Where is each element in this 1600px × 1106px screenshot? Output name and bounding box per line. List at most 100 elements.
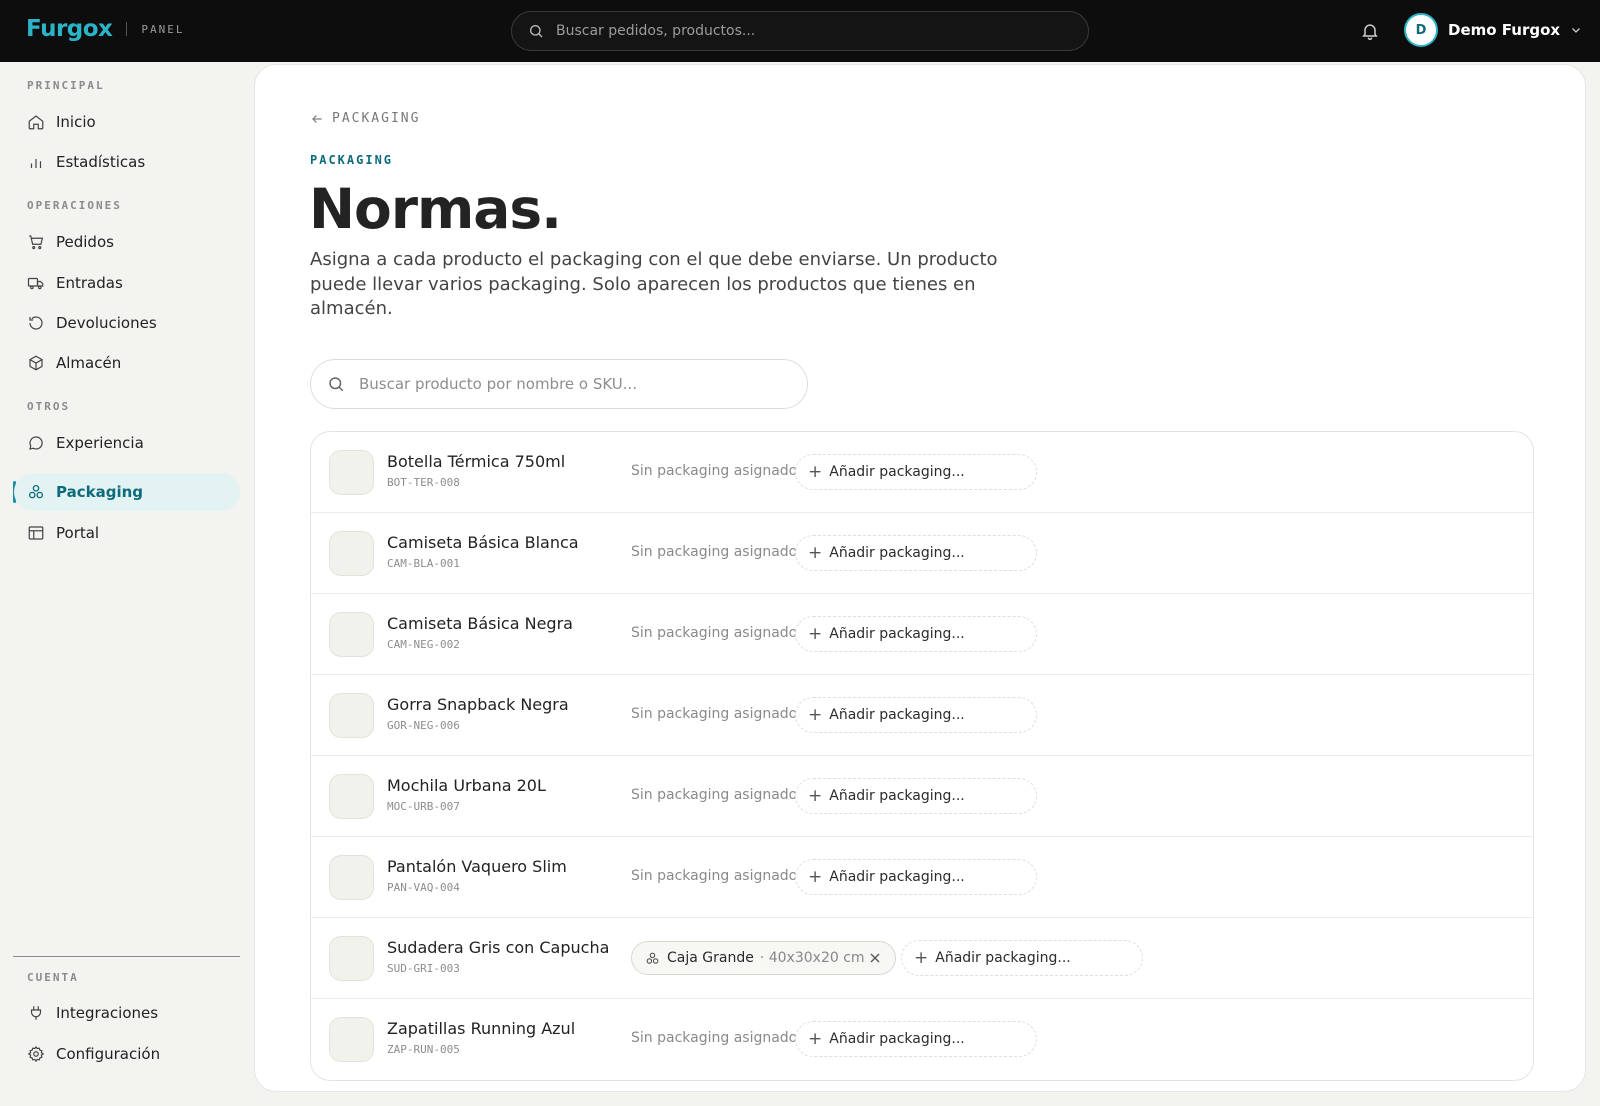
close-icon[interactable] [867, 950, 883, 966]
back-link-label[interactable]: PACKAGING [332, 111, 420, 126]
gear-icon [27, 1045, 45, 1063]
global-search-input[interactable] [556, 23, 1056, 39]
sidebar-item-label: Almacén [56, 354, 122, 372]
avatar[interactable]: D [1404, 13, 1438, 47]
product-thumbnail [329, 774, 374, 819]
sidebar-item-estadisticas[interactable]: Estadísticas [14, 143, 240, 181]
product-thumbnail [329, 936, 374, 981]
add-packaging-button[interactable]: + Añadir packaging... [795, 697, 1037, 733]
section-title-principal: PRINCIPAL [27, 79, 105, 92]
no-packaging-label: Sin packaging asignado [631, 868, 798, 884]
add-packaging-button[interactable]: + Añadir packaging... [901, 940, 1143, 976]
table-row: Mochila Urbana 20L MOC-URB-007 Sin packa… [311, 756, 1533, 837]
bar-chart-icon [30, 159, 42, 168]
sidebar-item-label: Experiencia [56, 434, 144, 452]
cart-icon [29, 235, 44, 250]
sidebar-item-experiencia[interactable]: Experiencia [14, 424, 240, 462]
sidebar-item-inicio[interactable]: Inicio [14, 103, 240, 141]
product-search-input[interactable] [359, 375, 779, 393]
product-name: Botella Térmica 750ml [387, 452, 566, 471]
sidebar-item-label: Inicio [56, 113, 96, 131]
add-packaging-button[interactable]: + Añadir packaging... [795, 454, 1037, 490]
sidebar-item-devoluciones[interactable]: Devoluciones [14, 304, 240, 342]
layout-icon [28, 526, 44, 540]
sidebar-item-pedidos[interactable]: Pedidos [14, 223, 240, 261]
global-search[interactable] [511, 11, 1089, 51]
plug-icon [30, 1006, 42, 1020]
add-packaging-label: Añadir packaging... [935, 950, 1071, 966]
chevron-down-icon[interactable] [1570, 24, 1582, 36]
search-icon [329, 377, 344, 392]
bell-icon[interactable] [1360, 20, 1380, 42]
product-name: Camiseta Básica Blanca [387, 533, 579, 552]
product-name: Sudadera Gris con Capucha [387, 938, 610, 957]
packaging-icon [28, 484, 44, 499]
sidebar-item-packaging[interactable]: Packaging [14, 473, 240, 511]
box-icon [29, 355, 43, 371]
truck-icon [27, 277, 44, 290]
add-packaging-label: Añadir packaging... [829, 707, 965, 723]
table-row: Pantalón Vaquero Slim PAN-VAQ-004 Sin pa… [311, 837, 1533, 918]
sidebar-divider [13, 956, 240, 957]
sidebar-item-almacen[interactable]: Almacén [14, 344, 240, 382]
product-name: Gorra Snapback Negra [387, 695, 569, 714]
product-name: Zapatillas Running Azul [387, 1019, 576, 1038]
no-packaging-label: Sin packaging asignado [631, 1030, 798, 1046]
product-sku: GOR-NEG-006 [387, 719, 460, 732]
sidebar-item-label: Devoluciones [56, 314, 157, 332]
sidebar-item-label: Configuración [56, 1045, 161, 1063]
add-packaging-label: Añadir packaging... [829, 869, 965, 885]
add-packaging-button[interactable]: + Añadir packaging... [795, 535, 1037, 571]
brand-panel-label: PANEL [141, 22, 185, 36]
plus-icon: + [808, 461, 823, 482]
product-sku: ZAP-RUN-005 [387, 1043, 460, 1056]
product-thumbnail [329, 531, 374, 576]
sidebar-item-portal[interactable]: Portal [14, 514, 240, 552]
product-sku: BOT-TER-008 [387, 476, 460, 489]
table-row: Zapatillas Running Azul ZAP-RUN-005 Sin … [311, 999, 1533, 1080]
page-title: Normas. [309, 177, 562, 241]
product-sku: MOC-URB-007 [387, 800, 460, 813]
table-row: Sudadera Gris con Capucha SUD-GRI-003 Ca… [311, 918, 1533, 999]
plus-icon: + [808, 704, 823, 725]
table-row: Camiseta Básica Blanca CAM-BLA-001 Sin p… [311, 513, 1533, 594]
return-icon [29, 316, 43, 330]
sidebar-item-label: Entradas [56, 274, 123, 292]
packaging-chip-name: Caja Grande [667, 950, 754, 966]
brand-logo[interactable]: Furgox [26, 16, 113, 42]
add-packaging-button[interactable]: + Añadir packaging... [795, 778, 1037, 814]
add-packaging-label: Añadir packaging... [829, 1031, 965, 1047]
sidebar-item-label: Integraciones [56, 1004, 159, 1022]
section-title-otros: OTROS [27, 400, 71, 413]
sidebar-item-entradas[interactable]: Entradas [14, 264, 240, 302]
product-thumbnail [329, 450, 374, 495]
add-packaging-button[interactable]: + Añadir packaging... [795, 616, 1037, 652]
back-link[interactable]: PACKAGING [310, 111, 420, 126]
sidebar-item-label: Pedidos [56, 233, 114, 251]
product-list: Botella Térmica 750ml BOT-TER-008 Sin pa… [310, 431, 1534, 1081]
add-packaging-button[interactable]: + Añadir packaging... [795, 859, 1037, 895]
add-packaging-label: Añadir packaging... [829, 626, 965, 642]
product-name: Camiseta Básica Negra [387, 614, 573, 633]
section-title-cuenta: CUENTA [27, 971, 79, 984]
arrow-left-icon [312, 114, 322, 123]
packaging-icon [646, 952, 659, 964]
sidebar-item-label: Packaging [56, 483, 143, 501]
sidebar: PRINCIPAL Inicio Estadísticas OPERACIONE… [0, 62, 254, 1106]
plus-icon: + [808, 542, 823, 563]
brand-separator [126, 22, 128, 36]
sidebar-item-configuracion[interactable]: Configuración [14, 1035, 240, 1073]
brand[interactable]: Furgox PANEL [26, 16, 185, 42]
product-sku: CAM-BLA-001 [387, 557, 460, 570]
product-sku: SUD-GRI-003 [387, 962, 460, 975]
sidebar-item-label: Estadísticas [56, 153, 146, 171]
packaging-chip[interactable]: Caja Grande · 40x30x20 cm [631, 941, 896, 975]
product-name: Pantalón Vaquero Slim [387, 857, 567, 876]
search-icon [530, 25, 543, 38]
user-menu[interactable]: D Demo Furgox [1404, 13, 1582, 47]
add-packaging-button[interactable]: + Añadir packaging... [795, 1021, 1037, 1057]
sidebar-item-integraciones[interactable]: Integraciones [14, 994, 240, 1032]
product-search[interactable] [310, 359, 808, 409]
main-panel: PACKAGING PACKAGING Normas. Asigna a cad… [254, 64, 1586, 1092]
user-name[interactable]: Demo Furgox [1448, 21, 1560, 39]
